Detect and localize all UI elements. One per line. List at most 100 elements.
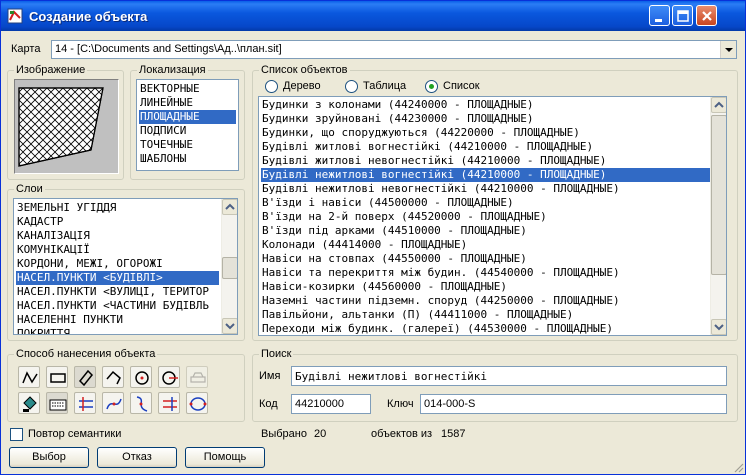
localization-item[interactable]: ЛИНЕЙНЫЕ bbox=[139, 96, 193, 110]
app-icon bbox=[7, 8, 23, 24]
close-button[interactable] bbox=[696, 5, 717, 26]
rectangle-tool-button[interactable] bbox=[46, 366, 68, 388]
object-item[interactable]: В'їзди під арками (44510000 - ПЛОЩАДНЫЕ) bbox=[261, 224, 527, 238]
layer-item[interactable]: НАСЕЛЕННІ ПУНКТИ bbox=[16, 313, 123, 327]
layer-item[interactable]: НАСЕЛ.ПУНКТИ <ВУЛИЦІ, ТЕРИТОР bbox=[16, 285, 209, 299]
object-item[interactable]: Наземні частини підземн. споруд (4425000… bbox=[261, 294, 620, 308]
object-item[interactable]: Навіси на стовпах (44550000 - ПЛОЩАДНЫЕ) bbox=[261, 252, 527, 266]
scroll-up-button[interactable] bbox=[711, 97, 726, 113]
layer-item[interactable]: НАСЕЛ.ПУНКТИ <ЧАСТИНИ БУДІВЛЬ bbox=[16, 299, 209, 313]
scroll-thumb[interactable] bbox=[222, 257, 237, 279]
keyboard-icon bbox=[49, 399, 67, 411]
polyline-tool-button[interactable] bbox=[18, 366, 40, 388]
keyboard-tool-button[interactable] bbox=[46, 392, 68, 414]
localization-item[interactable]: ПОДПИСИ bbox=[139, 124, 186, 138]
objects-scrollbar[interactable] bbox=[710, 97, 726, 335]
layers-scrollbar[interactable] bbox=[221, 199, 237, 334]
object-item[interactable]: В'їзди і навіси (44500000 - ПЛОЩАДНЫЕ) bbox=[261, 196, 514, 210]
curve-tool-button[interactable] bbox=[102, 392, 124, 414]
arrow-up-icon bbox=[225, 203, 235, 210]
curve-icon bbox=[106, 398, 122, 410]
search-group-title: Поиск bbox=[259, 348, 294, 360]
object-item[interactable]: В'їзди на 2-й поверх (44520000 - ПЛОЩАДН… bbox=[261, 210, 547, 224]
layers-list[interactable]: ЗЕМЕЛЬНІ УГІДДЯ КАДАСТР КАНАЛІЗАЦІЯ КОМУ… bbox=[13, 198, 238, 335]
search-key-label: Ключ bbox=[387, 398, 414, 410]
maximize-button[interactable] bbox=[672, 5, 693, 26]
search-code-label: Код bbox=[259, 398, 278, 410]
scroll-thumb[interactable] bbox=[711, 115, 726, 275]
object-item[interactable]: Павільйони, альтанки (П) (44411000 - ПЛО… bbox=[261, 308, 573, 322]
spline-tool-button[interactable] bbox=[130, 392, 152, 414]
view-mode-tree-radio[interactable] bbox=[265, 80, 278, 93]
parallel-lines-tool-button[interactable] bbox=[74, 392, 96, 414]
search-code-input[interactable]: 44210000 bbox=[291, 394, 371, 414]
arrow-down-icon bbox=[714, 324, 724, 331]
objects-list[interactable]: Будинки з колонами (44240000 - ПЛОЩАДНЫЕ… bbox=[258, 96, 727, 336]
localization-item-selected[interactable]: ПЛОЩАДНЫЕ bbox=[139, 110, 236, 124]
circle-radius-tool-button[interactable] bbox=[158, 366, 180, 388]
layer-item[interactable]: КАДАСТР bbox=[16, 215, 63, 229]
layer-item[interactable]: КАНАЛІЗАЦІЯ bbox=[16, 229, 90, 243]
view-mode-list-radio[interactable] bbox=[425, 80, 438, 93]
layer-item[interactable]: ЗЕМЕЛЬНІ УГІДДЯ bbox=[16, 201, 116, 215]
paint-tool-button[interactable] bbox=[18, 392, 40, 414]
object-item[interactable]: Будівлі житлові вогнестійкі (44210000 - … bbox=[261, 140, 593, 154]
title-bar[interactable]: Создание объекта bbox=[1, 1, 745, 31]
object-item[interactable]: Будівлі нежитлові невогнестійкі (4421000… bbox=[261, 182, 620, 196]
localization-item[interactable]: ТОЧЕЧНЫЕ bbox=[139, 138, 193, 152]
ellipse-points-icon bbox=[189, 397, 207, 411]
minimize-button[interactable] bbox=[649, 5, 670, 26]
view-mode-list-label[interactable]: Список bbox=[443, 80, 480, 92]
search-code-value: 44210000 bbox=[295, 398, 344, 410]
cancel-button[interactable]: Отказ bbox=[97, 447, 177, 468]
layer-item-selected[interactable]: НАСЕЛ.ПУНКТИ <БУДІВЛІ> bbox=[16, 271, 219, 285]
map-select-value: 14 - [C:\Documents and Settings\Ад..\пла… bbox=[55, 43, 282, 55]
localization-item[interactable]: ШАБЛОНЫ bbox=[139, 152, 186, 166]
object-item-selected[interactable]: Будівлі нежитлові вогнестійкі (44210000 … bbox=[261, 168, 710, 182]
tilted-rectangle-icon bbox=[78, 369, 94, 387]
map-select[interactable]: 14 - [C:\Documents and Settings\Ад..\пла… bbox=[51, 40, 737, 59]
object-item[interactable]: Навіси та перекриття між будин. (4454000… bbox=[261, 266, 620, 280]
repeat-semantics-checkbox[interactable] bbox=[10, 428, 23, 441]
of-total-label: объектов из bbox=[371, 428, 433, 440]
view-mode-table-radio[interactable] bbox=[345, 80, 358, 93]
map-select-dropdown-button[interactable] bbox=[720, 41, 736, 58]
tilted-rectangle-tool-button[interactable] bbox=[74, 366, 96, 388]
resize-grip-icon[interactable] bbox=[732, 461, 744, 473]
search-key-input[interactable]: 014-000-S bbox=[420, 394, 727, 414]
offset-lines-tool-button[interactable] bbox=[158, 392, 180, 414]
object-item[interactable]: Будинки з колонами (44240000 - ПЛОЩАДНЫЕ… bbox=[261, 98, 534, 112]
view-mode-tree-label[interactable]: Дерево bbox=[283, 80, 321, 92]
view-mode-table-label[interactable]: Таблица bbox=[363, 80, 406, 92]
object-item[interactable]: Переходи між будинк. (галереї) (44530000… bbox=[261, 322, 613, 335]
polygon-icon bbox=[106, 370, 121, 385]
circle-icon bbox=[135, 371, 149, 385]
scroll-down-button[interactable] bbox=[711, 319, 726, 335]
object-item[interactable]: Колонади (44414000 - ПЛОЩАДНЫЕ) bbox=[261, 238, 467, 252]
help-button[interactable]: Помощь bbox=[185, 447, 265, 468]
circle-radius-icon bbox=[162, 371, 178, 385]
select-button[interactable]: Выбор bbox=[9, 447, 89, 468]
polygon-tool-button[interactable] bbox=[102, 366, 124, 388]
vehicle-tool-button[interactable] bbox=[186, 366, 208, 388]
selected-label: Выбрано bbox=[261, 428, 307, 440]
search-key-value: 014-000-S bbox=[424, 398, 476, 410]
object-item[interactable]: Будинки зруйновані (44230000 - ПЛОЩАДНЫЕ… bbox=[261, 112, 534, 126]
window-title: Создание объекта bbox=[29, 9, 148, 24]
layer-item[interactable]: ПОКРИТТЯ bbox=[16, 327, 70, 334]
layer-item[interactable]: КОРДОНИ, МЕЖІ, ОГОРОЖІ bbox=[16, 257, 163, 271]
arrow-down-icon bbox=[225, 323, 235, 330]
search-name-input[interactable]: Будівлі нежитлові вогнестійкі bbox=[291, 366, 727, 386]
object-item[interactable]: Навіси-козирки (44560000 - ПЛОЩАДНЫЕ) bbox=[261, 280, 507, 294]
scroll-down-button[interactable] bbox=[222, 318, 237, 334]
repeat-semantics-label[interactable]: Повтор семантики bbox=[28, 428, 121, 440]
ellipse-points-tool-button[interactable] bbox=[186, 392, 208, 414]
circle-tool-button[interactable] bbox=[130, 366, 152, 388]
localization-list[interactable]: ВЕКТОРНЫЕ ЛИНЕЙНЫЕ ПЛОЩАДНЫЕ ПОДПИСИ ТОЧ… bbox=[136, 79, 239, 171]
create-object-dialog: Создание объекта Карта 14 - [C:\Document… bbox=[0, 0, 746, 475]
scroll-up-button[interactable] bbox=[222, 199, 237, 215]
localization-item[interactable]: ВЕКТОРНЫЕ bbox=[139, 82, 200, 96]
layer-item[interactable]: КОМУНІКАЦІЇ bbox=[16, 243, 90, 257]
object-item[interactable]: Будинки, що споруджуються (44220000 - ПЛ… bbox=[261, 126, 580, 140]
object-item[interactable]: Будівлі житлові невогнестійкі (44210000 … bbox=[261, 154, 606, 168]
